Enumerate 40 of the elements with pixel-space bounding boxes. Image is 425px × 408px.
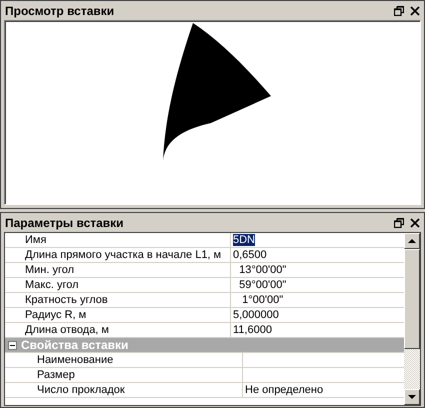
category-title: Свойства вставки <box>21 338 128 352</box>
property-value-cell[interactable]: Не определено <box>243 383 404 397</box>
collapse-toggle[interactable] <box>8 340 17 350</box>
property-value-cell[interactable]: 11,6000 <box>231 323 404 337</box>
scroll-up-button[interactable] <box>404 233 420 249</box>
property-value-cell[interactable]: 5DN <box>231 233 404 247</box>
property-value: Не определено <box>245 384 324 396</box>
property-value-cell[interactable]: 0,6500 <box>231 248 404 262</box>
property-value: 0,6500 <box>233 249 267 261</box>
property-name: Макс. угол <box>5 278 231 292</box>
panel-title: Параметры вставки <box>5 216 125 230</box>
property-value: 1°00'00" <box>241 294 284 306</box>
property-value: 5,000000 <box>233 309 279 321</box>
property-value: 5DN <box>233 234 256 246</box>
restore-icon[interactable] <box>394 6 404 16</box>
property-value: 11,6000 <box>233 324 272 336</box>
property-name: Наименование <box>5 353 243 367</box>
close-icon[interactable] <box>410 218 420 228</box>
property-name: Радиус R, м <box>5 308 231 322</box>
scroll-thumb[interactable] <box>404 249 420 349</box>
property-value: 13°00'00" <box>238 264 286 276</box>
panel-title: Просмотр вставки <box>5 4 116 18</box>
property-value-cell[interactable]: 1°00'00" <box>231 293 404 307</box>
up-arrow-icon <box>408 239 416 243</box>
scrollbar[interactable] <box>404 233 420 405</box>
property-name: Число прокладок <box>5 383 243 397</box>
property-name: Длина отвода, м <box>5 323 231 337</box>
property-name: Мин. угол <box>5 263 231 277</box>
property-value-cell[interactable]: 59°00'00" <box>231 278 404 292</box>
scroll-down-button[interactable] <box>404 389 420 405</box>
close-icon[interactable] <box>410 6 420 16</box>
property-name: Имя <box>5 233 231 247</box>
property-value-cell[interactable]: 5,000000 <box>231 308 404 322</box>
property-value: 59°00'00" <box>238 279 286 291</box>
restore-icon[interactable] <box>394 218 404 228</box>
down-arrow-icon <box>408 395 416 399</box>
property-name: Длина прямого участка в начале L1, м <box>5 248 231 262</box>
property-name: Размер <box>5 368 243 382</box>
property-name: Кратность углов <box>5 293 231 307</box>
property-value-cell[interactable]: 13°00'00" <box>231 263 404 277</box>
